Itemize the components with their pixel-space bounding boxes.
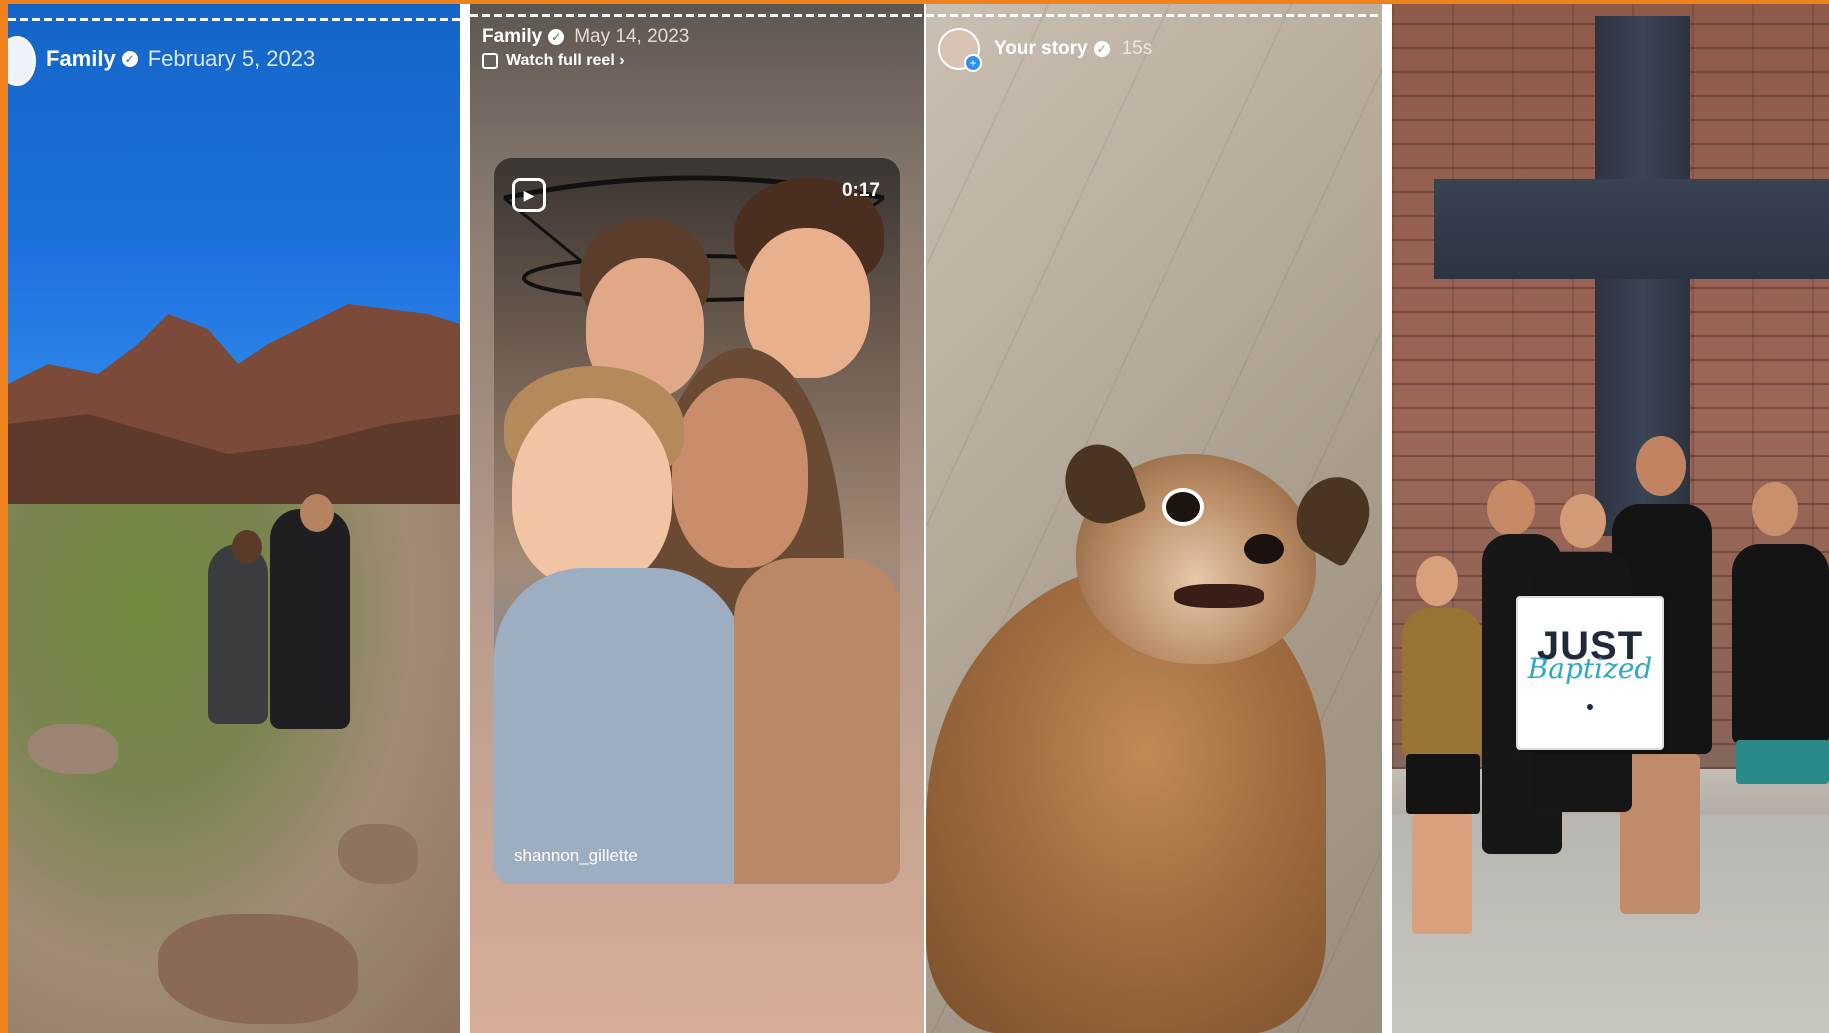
person-head <box>1560 494 1606 548</box>
dog-nose <box>1244 534 1284 564</box>
verified-badge-icon: ✓ <box>548 29 565 45</box>
reel-username[interactable]: shannon_gillette <box>514 846 638 866</box>
boulder <box>28 724 118 774</box>
reel-preview-card[interactable]: ▶ 0:17 shannon_gillette <box>494 158 900 884</box>
dog-eye <box>1162 488 1204 526</box>
dog-mouth <box>1174 584 1264 608</box>
person-head <box>1416 556 1458 606</box>
boy-right <box>1732 544 1829 744</box>
verified-badge-icon: ✓ <box>1093 41 1110 57</box>
person-head <box>1752 482 1798 536</box>
story-progress-bar <box>926 14 1382 17</box>
boy-face <box>512 398 672 588</box>
story-panel-reel[interactable]: Family ✓ May 14, 2023 Watch full reel › <box>470 4 924 1033</box>
hiker-man <box>270 509 350 729</box>
plus-icon[interactable]: + <box>964 54 982 72</box>
story-progress-bar <box>8 18 460 21</box>
story-collage: Family ✓ February 5, 2023 Family ✓ May 1… <box>0 0 1829 1033</box>
reel-icon: ▶ <box>512 178 546 212</box>
person-head <box>1487 480 1535 536</box>
woman-top <box>734 558 900 884</box>
story-date: May 14, 2023 <box>574 26 690 47</box>
person-head <box>1636 436 1686 496</box>
boulder <box>158 914 358 1024</box>
sign-logo-icon <box>1587 704 1593 710</box>
story-header: + Your story ✓ 15s <box>938 28 1153 72</box>
boy-legs <box>1412 814 1472 934</box>
boy-teal-shorts <box>1736 740 1829 784</box>
story-panel-hiking[interactable]: Family ✓ February 5, 2023 <box>8 4 460 1033</box>
watch-full-reel-link[interactable]: Watch full reel › <box>482 52 689 70</box>
watch-full-reel-label: Watch full reel › <box>506 52 625 69</box>
reel-icon <box>482 53 498 69</box>
story-account-name[interactable]: Family <box>482 26 542 48</box>
story-header: Family ✓ February 5, 2023 <box>46 46 315 72</box>
story-account-name[interactable]: Your story <box>994 38 1088 60</box>
story-duration: 15s <box>1121 38 1153 59</box>
boulder <box>338 824 418 884</box>
frame-left-border <box>0 0 8 1033</box>
avatar[interactable]: + <box>938 28 982 72</box>
just-baptized-sign: JUST Baptized <box>1516 596 1664 750</box>
person-legs <box>1620 754 1700 914</box>
hiker-head <box>300 494 334 532</box>
cross-horizontal <box>1434 179 1829 279</box>
hiker-woman <box>208 544 268 724</box>
story-header-band <box>8 4 460 246</box>
story-date: February 5, 2023 <box>147 46 316 71</box>
boy-mustard-shirt <box>1402 608 1482 758</box>
boy-shorts <box>1406 754 1480 814</box>
reel-duration: 0:17 <box>841 180 880 201</box>
hiker-head <box>232 530 262 564</box>
story-panel-dog[interactable]: + Your story ✓ 15s <box>926 4 1382 1033</box>
story-progress-bar <box>470 14 924 17</box>
sign-line-2: Baptized <box>1527 652 1653 685</box>
woman-face <box>672 378 808 568</box>
boy-shirt <box>494 568 744 884</box>
verified-badge-icon: ✓ <box>121 51 138 67</box>
story-header: Family ✓ May 14, 2023 Watch full reel › <box>482 26 689 70</box>
story-account-name[interactable]: Family <box>46 46 116 72</box>
mountain-silhouette <box>8 304 460 534</box>
story-panel-baptism[interactable]: JUST Baptized <box>1392 4 1829 1033</box>
